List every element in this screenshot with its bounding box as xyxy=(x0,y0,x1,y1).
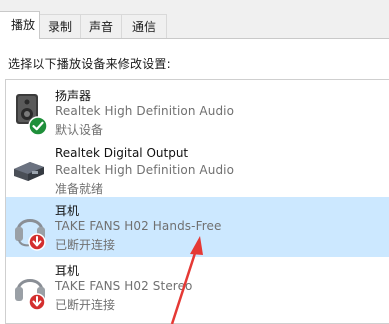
disconnected-arrow-icon xyxy=(28,233,46,251)
device-name: 耳机 xyxy=(55,204,80,218)
tab-sounds[interactable]: 声音 xyxy=(80,14,122,38)
device-name: 耳机 xyxy=(55,264,80,278)
device-description: TAKE FANS H02 Stereo xyxy=(55,279,193,293)
device-status: 准备就绪 xyxy=(55,182,104,196)
device-item-digital-output[interactable]: Realtek Digital Output Realtek High Defi… xyxy=(6,141,389,201)
device-list[interactable]: 扬声器 Realtek High Definition Audio 默认设备 R… xyxy=(5,79,389,324)
tab-playback[interactable]: 播放 xyxy=(0,11,40,39)
device-item-speakers[interactable]: 扬声器 Realtek High Definition Audio 默认设备 xyxy=(6,82,389,142)
digital-output-icon xyxy=(10,147,50,195)
device-description: Realtek High Definition Audio xyxy=(55,104,235,118)
default-check-icon xyxy=(28,116,48,136)
disconnected-arrow-icon xyxy=(28,293,46,311)
device-description: TAKE FANS H02 Hands-Free xyxy=(55,219,222,233)
device-status: 默认设备 xyxy=(55,123,104,137)
tab-bar: 播放 录制 声音 通信 xyxy=(0,0,389,39)
device-item-headset-hands-free[interactable]: 耳机 TAKE FANS H02 Hands-Free 已断开连接 xyxy=(6,197,389,257)
device-name: 扬声器 xyxy=(55,89,92,103)
device-item-headphones-stereo[interactable]: 耳机 TAKE FANS H02 Stereo 已断开连接 xyxy=(6,257,389,317)
device-description: Realtek High Definition Audio xyxy=(55,163,235,177)
instruction-label: 选择以下播放设备来修改设置: xyxy=(8,57,171,71)
tab-communications[interactable]: 通信 xyxy=(121,14,167,38)
device-name: Realtek Digital Output xyxy=(55,146,189,160)
device-status: 已断开连接 xyxy=(55,238,116,252)
tab-recording[interactable]: 录制 xyxy=(39,14,81,38)
device-status: 已断开连接 xyxy=(55,298,116,312)
